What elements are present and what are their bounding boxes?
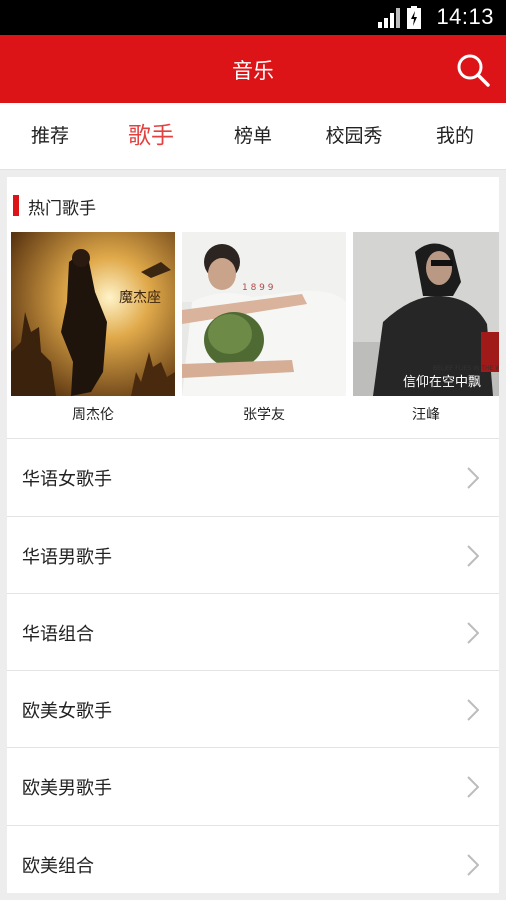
category-row-western-male[interactable]: 欧美男歌手 [7, 748, 499, 825]
chevron-right-icon [467, 699, 479, 721]
category-label: 欧美女歌手 [22, 701, 112, 722]
category-row-western-female[interactable]: 欧美女歌手 [7, 671, 499, 748]
category-row-chinese-male[interactable]: 华语男歌手 [7, 517, 499, 594]
artist-cover[interactable]: BELIEF FLIES IN THE WIND 信仰在空中飘 [353, 232, 499, 396]
tab-mine[interactable]: 我的 [410, 103, 500, 170]
chevron-right-icon [467, 467, 479, 489]
search-icon[interactable] [456, 53, 490, 87]
category-label: 欧美男歌手 [22, 778, 112, 799]
category-label: 华语女歌手 [22, 469, 112, 490]
tab-recommend[interactable]: 推荐 [5, 103, 95, 170]
chevron-right-icon [467, 545, 479, 567]
svg-text:BELIEF FLIES IN THE WIND: BELIEF FLIES IN THE WIND [433, 365, 499, 372]
artist-name: 张学友 [243, 407, 285, 423]
page-title: 音乐 [232, 59, 274, 83]
category-label: 华语组合 [22, 624, 94, 645]
status-bar: 14:13 [0, 0, 506, 35]
chevron-right-icon [467, 776, 479, 798]
section-title: 热门歌手 [28, 199, 96, 219]
status-time: 14:13 [436, 4, 494, 29]
tab-singers[interactable]: 歌手 [106, 103, 196, 170]
artist-cover[interactable]: 1 8 9 9 [182, 232, 346, 396]
category-row-chinese-group[interactable]: 华语组合 [7, 594, 499, 671]
category-label: 华语男歌手 [22, 547, 112, 568]
artist-card-jacky-cheung[interactable]: 1 8 9 9 张学友 [182, 232, 346, 424]
signal-icon [378, 8, 400, 28]
cover-text: 魔杰座 [119, 290, 161, 306]
artist-card-wang-feng[interactable]: BELIEF FLIES IN THE WIND 信仰在空中飘 汪峰 [353, 232, 499, 424]
category-label: 欧美组合 [22, 856, 94, 877]
svg-text:1 8 9 9: 1 8 9 9 [242, 283, 274, 293]
category-row-western-group[interactable]: 欧美组合 [7, 826, 499, 900]
chevron-right-icon [467, 854, 479, 876]
cover-text: 信仰在空中飘 [403, 375, 481, 390]
chevron-right-icon [467, 622, 479, 644]
tab-charts[interactable]: 榜单 [208, 103, 298, 170]
app-bar: 音乐 [0, 35, 506, 103]
category-row-chinese-female[interactable]: 华语女歌手 [7, 439, 499, 516]
artist-card-jay-chou[interactable]: 魔杰座 周杰伦 [11, 232, 175, 424]
artist-cover[interactable]: 魔杰座 [11, 232, 175, 396]
battery-charging-icon [407, 6, 421, 29]
artist-name: 汪峰 [412, 407, 440, 423]
artist-name: 周杰伦 [72, 407, 114, 423]
tab-campus[interactable]: 校园秀 [309, 103, 399, 170]
tab-bar: 推荐 歌手 榜单 校园秀 我的 [0, 103, 506, 170]
section-accent-bar [13, 195, 19, 216]
singers-card: 热门歌手 魔杰座 周杰伦 1 8 9 9 张学友 BELIEF FLIES IN… [7, 177, 499, 893]
